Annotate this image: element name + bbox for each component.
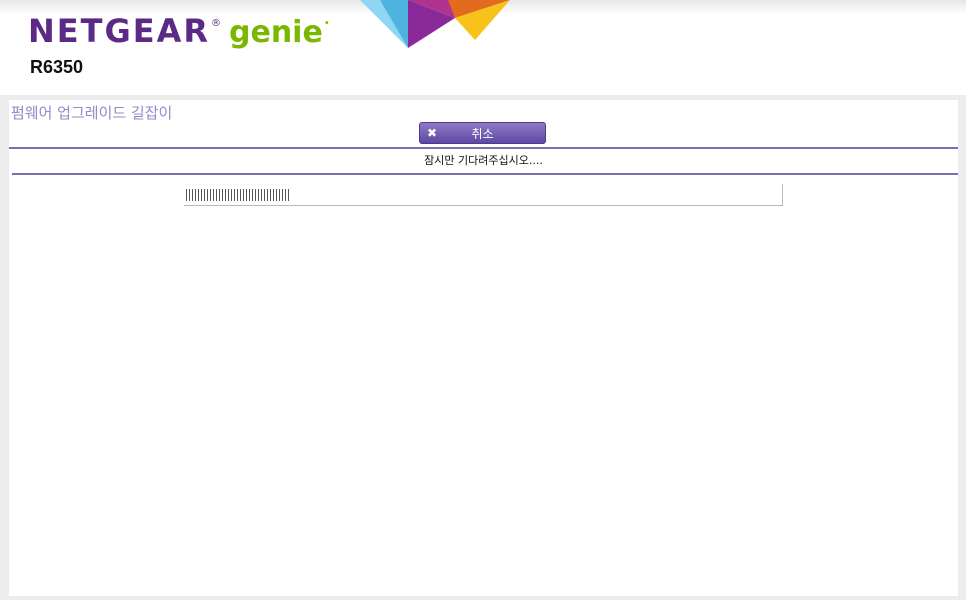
wizard-panel: 펌웨어 업그레이드 길잡이 ✖ 취소 잠시만 기다려주십시오.... <box>9 100 958 596</box>
product-name: genie <box>229 15 323 50</box>
divider-top <box>9 147 958 149</box>
page-title: 펌웨어 업그레이드 길잡이 <box>11 104 173 122</box>
divider-bottom <box>12 173 958 175</box>
cancel-button-label: 취소 <box>471 126 494 141</box>
progress-bar <box>184 184 783 206</box>
wait-message: 잠시만 기다려주십시오.... <box>424 154 543 167</box>
cancel-button[interactable]: ✖ 취소 <box>419 122 546 144</box>
model-number: R6350 <box>30 57 84 77</box>
header: NETGEAR ® genie • R6350 <box>0 0 966 95</box>
netgear-genie-logo: NETGEAR ® genie • <box>28 12 330 50</box>
close-icon: ✖ <box>427 126 438 140</box>
registered-mark: ® <box>211 18 221 29</box>
product-mark: • <box>323 18 330 29</box>
brand-name: NETGEAR <box>28 12 210 50</box>
progress-fill <box>186 189 290 201</box>
decorative-triangles <box>360 0 510 48</box>
